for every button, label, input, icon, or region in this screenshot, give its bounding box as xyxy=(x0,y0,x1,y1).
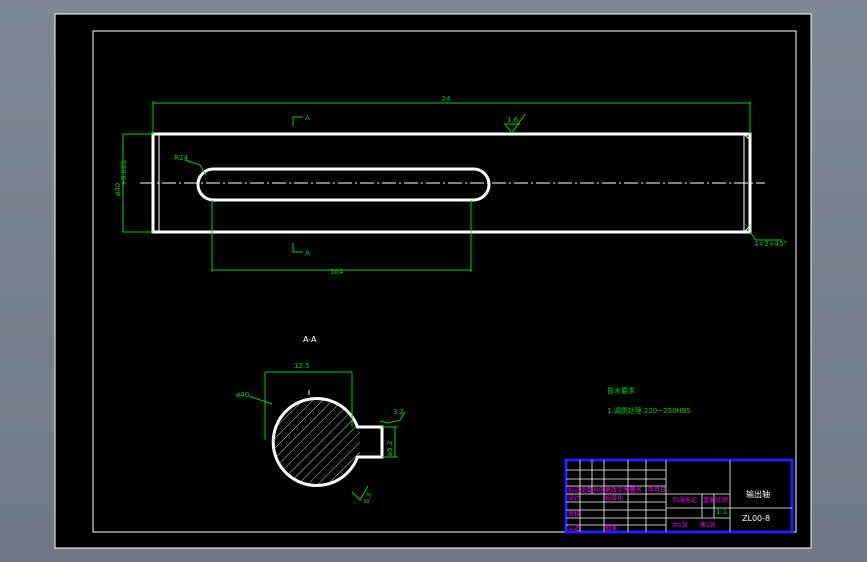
tb-label-weight: 重量 xyxy=(703,496,715,504)
cad-drawing: 24 104 ø40 +0.025 R24 A A 1.6 1×2×45° A-… xyxy=(54,13,812,549)
tb-label-std: 标准化 xyxy=(605,494,623,502)
tb-label-sign: 签名 xyxy=(630,486,642,494)
drawing-sheet xyxy=(54,13,812,549)
dim-chamfer: 1×2×45° xyxy=(754,240,787,248)
tb-label-mark: 标记 xyxy=(568,486,580,494)
tb-label-review: 审核 xyxy=(568,510,580,518)
tb-label-design: 设计 xyxy=(568,494,580,502)
tb-label-ratio: 比例 xyxy=(716,496,728,504)
dim-section-diameter: ø40 xyxy=(236,391,249,399)
tb-label-zone: 分区 xyxy=(593,486,605,494)
notes-line-1: 1.调质处理 220~250HBS xyxy=(607,406,691,415)
roughness-key: 3.2 xyxy=(393,408,404,416)
roughness-top: 1.6 xyxy=(507,116,519,124)
cad-viewport: 24 104 ø40 +0.025 R24 A A 1.6 1×2×45° A-… xyxy=(0,0,867,562)
tb-drawing-no: ZL00-8 xyxy=(742,514,770,523)
section-title: A-A xyxy=(303,335,317,344)
svg-text:A: A xyxy=(305,249,310,257)
svg-text:A: A xyxy=(305,114,310,122)
dim-keyway-length: 104 xyxy=(330,268,344,276)
dim-overall-length: 24 xyxy=(442,95,451,103)
tb-label-stage: 阶段标记 xyxy=(673,496,697,504)
tb-label-craft: 工艺 xyxy=(568,524,580,532)
tb-label-qty: 处数 xyxy=(581,486,593,494)
tb-scale: 1:1 xyxy=(716,508,727,516)
tb-sheet-no: 第1张 xyxy=(700,521,716,529)
dim-diameter-tol: +0.025 xyxy=(120,160,128,186)
tb-sheet-total: 共1张 xyxy=(672,521,688,529)
dim-keyway-width: 12.5 xyxy=(294,362,310,370)
tb-label-date: 年月日 xyxy=(648,486,666,494)
dim-keyway-depth: ø5.2 xyxy=(386,441,394,456)
notes-heading: 技术要求 xyxy=(607,386,635,395)
tb-part-name: 输出轴 xyxy=(746,489,770,499)
dim-keyway-radius: R24 xyxy=(174,154,188,162)
tb-label-approve: 批准 xyxy=(605,524,617,532)
